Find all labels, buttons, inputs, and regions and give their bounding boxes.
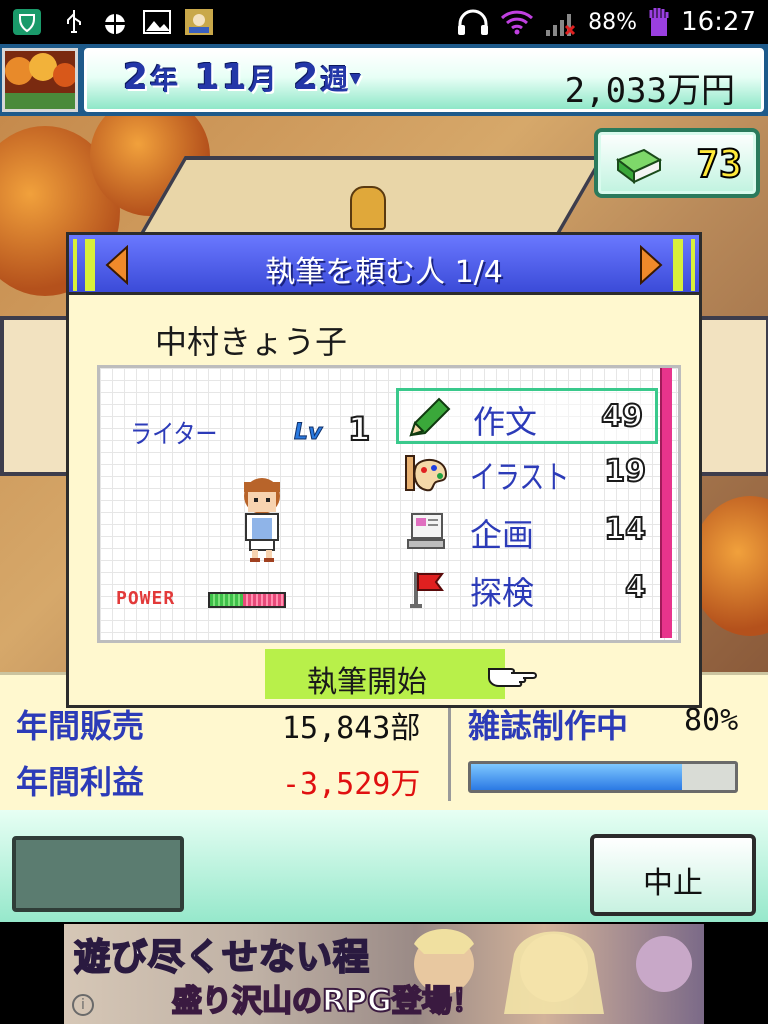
- image-icon: [143, 10, 171, 34]
- document-icon: [407, 513, 445, 549]
- money-display: 2,033万円: [564, 71, 735, 111]
- game-app-icon: [185, 9, 213, 35]
- next-arrow-icon[interactable]: [637, 245, 665, 285]
- usb-icon: [67, 10, 81, 33]
- writer-select-dialog: 執筆を頼む人 1/4 中村きょう子 ライター Lv 1 POWER 作文 49 …: [66, 232, 702, 708]
- job-label: ライター: [130, 420, 218, 450]
- ad-subline: 盛り沢山のRPG登場！: [171, 983, 483, 1020]
- flag-icon: [410, 572, 444, 608]
- dialog-title: 執筆を頼む人 1/4: [265, 255, 503, 290]
- book-count: 73: [695, 141, 743, 187]
- month-value: 11: [194, 57, 249, 98]
- stat-name: 企画: [470, 516, 535, 554]
- wifi-icon: [501, 10, 534, 35]
- stat-value: 49: [600, 398, 644, 435]
- year-value: 2: [123, 57, 151, 98]
- book-counter[interactable]: 73: [594, 128, 760, 198]
- clock: 16:27: [681, 7, 756, 37]
- pencil-icon: [409, 397, 451, 437]
- level-value: 1: [347, 409, 371, 449]
- stat-name: 作文: [473, 403, 538, 441]
- no-signal-icon: [546, 14, 576, 36]
- annual-profit-value: -3,529万: [282, 767, 421, 802]
- stats-divider: [448, 693, 451, 801]
- autumn-trees-icon: [5, 51, 75, 109]
- annual-sales-value: 15,843部: [282, 711, 421, 746]
- stop-label: 中止: [643, 866, 703, 901]
- person-detail-panel: ライター Lv 1 POWER 作文 49 イラスト 19 企画 14 探検 4: [97, 365, 681, 643]
- start-writing-button[interactable]: 執筆開始: [265, 649, 537, 700]
- stat-value: 14: [603, 511, 647, 548]
- annual-profit-label: 年間利益: [16, 763, 145, 801]
- battery-percent: 88%: [588, 9, 638, 35]
- stat-row-planning[interactable]: 企画 14: [396, 504, 658, 560]
- power-bar: [208, 592, 286, 608]
- person-name: 中村きょう子: [155, 323, 348, 361]
- stat-name: 探検: [470, 574, 535, 612]
- magazine-progress-bar: [468, 761, 738, 793]
- shield-app-icon: [13, 9, 41, 35]
- list-scrollbar[interactable]: [660, 368, 672, 638]
- level-label: Lv: [293, 420, 323, 446]
- character-sprite: [350, 186, 386, 230]
- pointing-hand-icon: [488, 668, 537, 687]
- palette-icon: [405, 455, 448, 492]
- ad-area: 遊び尽くせない程 盛り沢山のRPG登場！ i: [0, 922, 768, 1024]
- power-label: POWER: [116, 588, 176, 609]
- status-right-group: 88% 16:27: [456, 6, 756, 38]
- stat-row-exploration[interactable]: 探検 4: [396, 562, 658, 618]
- system-status-bar: 88% 16:27: [0, 0, 768, 44]
- bottom-action-bar: 中止: [0, 810, 768, 922]
- start-writing-label: 執筆開始: [307, 665, 427, 700]
- power-remaining: [243, 594, 284, 606]
- magazine-percent: 80%: [684, 703, 739, 738]
- power-fill: [210, 594, 244, 606]
- season-thumbnail[interactable]: [2, 48, 78, 112]
- ad-headline: 遊び尽くせない程: [73, 936, 371, 979]
- week-unit: 週: [320, 63, 351, 96]
- stat-value: 19: [603, 453, 647, 490]
- stat-row-writing[interactable]: 作文 49: [396, 388, 658, 444]
- game-date: 2年 11月 2週▼: [123, 57, 363, 98]
- date-money-bar[interactable]: 2年 11月 2週▼ 2,033万円: [84, 48, 764, 112]
- stop-button[interactable]: 中止: [590, 834, 756, 916]
- dialog-header: 執筆を頼む人 1/4: [69, 235, 699, 295]
- dropdown-arrow-icon: ▼: [350, 71, 364, 87]
- writer-avatar: [244, 478, 280, 562]
- empty-slot: [12, 836, 184, 912]
- android-debug-icon: [103, 14, 127, 34]
- headphones-icon: [458, 9, 489, 35]
- stat-value: 4: [624, 569, 647, 606]
- battery-hand-icon: [649, 8, 669, 36]
- ad-banner[interactable]: 遊び尽くせない程 盛り沢山のRPG登場！ i: [64, 924, 704, 1024]
- year-unit: 年: [150, 63, 181, 96]
- month-unit: 月: [248, 63, 279, 96]
- stat-row-illustration[interactable]: イラスト 19: [396, 446, 658, 502]
- book-icon: [615, 148, 663, 184]
- game-top-bar: 2年 11月 2週▼ 2,033万円: [0, 44, 768, 116]
- magazine-progress-fill: [471, 764, 683, 790]
- info-icon[interactable]: i: [72, 994, 94, 1016]
- week-value: 2: [293, 57, 321, 98]
- stat-name: イラスト: [470, 458, 570, 496]
